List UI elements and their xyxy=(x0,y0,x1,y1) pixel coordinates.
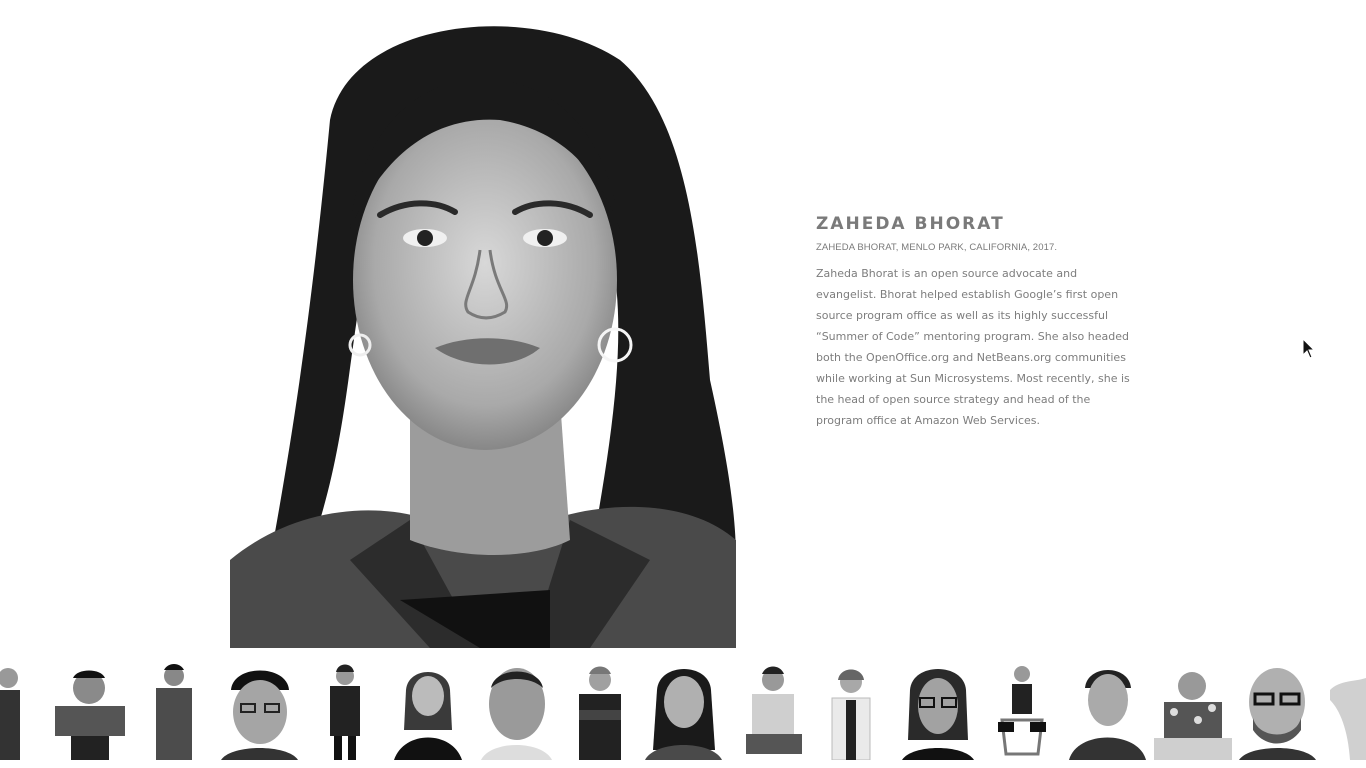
thumbnail-woman-sitting-on-chair[interactable] xyxy=(994,660,1050,760)
thumbnail-man-glasses-long-hair[interactable] xyxy=(902,660,974,760)
thumbnail-person-partial-left[interactable] xyxy=(0,660,24,760)
featured-portrait xyxy=(230,0,736,648)
thumbnail-man-sweater-standing[interactable] xyxy=(150,660,198,760)
thumbnail-gallery[interactable] xyxy=(0,660,1366,768)
thumbnail-woman-short-hair-scarf[interactable] xyxy=(1069,660,1146,760)
person-name: ZAHEDA BHORAT xyxy=(816,214,1005,234)
thumbnail-bald-man-glasses-beard[interactable] xyxy=(1239,660,1316,760)
thumbnail-man-floral-shirt-table[interactable] xyxy=(1154,660,1232,760)
thumbnail-person-partial-right[interactable] xyxy=(1330,660,1366,760)
thumbnail-woman-white-blazer[interactable] xyxy=(824,660,878,760)
thumbnail-man-sitting-crouched[interactable] xyxy=(740,660,807,760)
thumbnail-man-arms-crossed-dark[interactable] xyxy=(565,660,635,760)
thumbnail-man-ny-cap-glasses[interactable] xyxy=(221,660,298,760)
bio-text: Zaheda Bhorat is an open source advocate… xyxy=(816,267,1130,427)
thumbnail-zaheda-bhorat-selected[interactable] xyxy=(645,660,722,760)
mouse-cursor-icon xyxy=(1302,337,1316,360)
thumbnail-man-plaid-shirt-arms-crossed[interactable] xyxy=(51,660,128,760)
photo-caption: ZAHEDA BHORAT, MENLO PARK, CALIFORNIA, 2… xyxy=(816,242,1058,253)
thumbnail-woman-dark-outfit-standing[interactable] xyxy=(322,660,368,760)
thumbnail-woman-hand-on-chin[interactable] xyxy=(394,660,462,760)
portrait-photo xyxy=(230,0,736,648)
bio-panel: ZAHEDA BHORAT ZAHEDA BHORAT, MENLO PARK,… xyxy=(816,213,1134,431)
thumbnail-older-man-closeup[interactable] xyxy=(481,660,552,760)
